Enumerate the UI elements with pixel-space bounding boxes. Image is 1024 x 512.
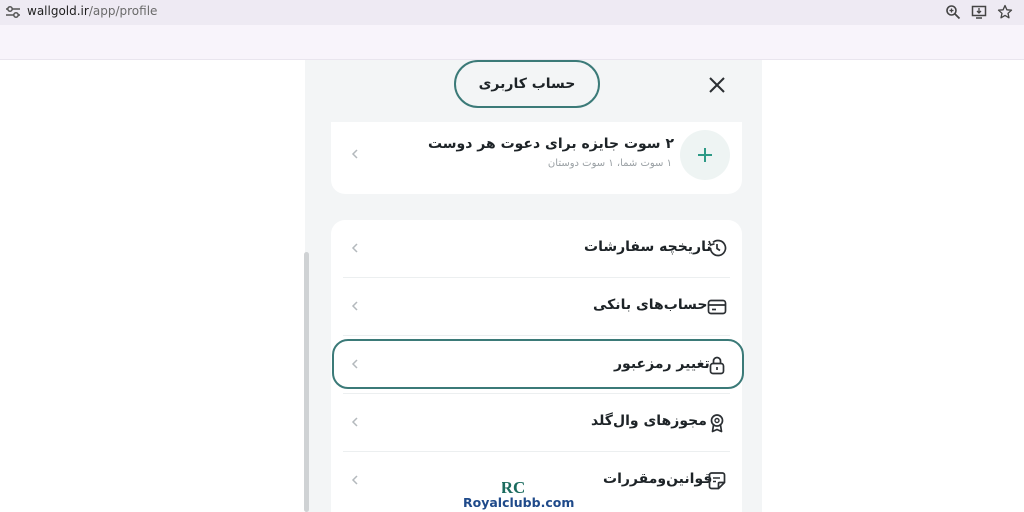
- menu-item-bank-accounts[interactable]: حساب‌های بانکی: [331, 278, 742, 334]
- chevron-left-icon: [351, 149, 358, 159]
- bookmark-star-icon[interactable]: [997, 4, 1013, 20]
- watermark-logo-text: RC: [502, 478, 524, 496]
- divider: [343, 335, 730, 336]
- browser-address-bar[interactable]: wallgold.ir/app/profile: [0, 0, 1024, 25]
- menu-item-licenses[interactable]: مجوزهای وال‌گلد: [331, 394, 742, 450]
- selected-item-highlight: [332, 339, 744, 389]
- chevron-left-icon: [351, 243, 358, 253]
- url-text[interactable]: wallgold.ir/app/profile: [27, 4, 157, 18]
- invite-title: ۲ سوت جایزه برای دعوت هر دوست: [427, 136, 674, 152]
- add-invite-button[interactable]: [680, 130, 730, 180]
- browser-toolbar-strip: [0, 25, 1024, 60]
- note-icon: [708, 472, 726, 490]
- menu-item-label: قوانین‌ومقررات: [603, 471, 713, 487]
- close-icon[interactable]: [706, 74, 728, 96]
- badge-icon: [710, 414, 724, 433]
- menu-item-label: حساب‌های بانکی: [593, 297, 708, 313]
- menu-item-order-history[interactable]: تاریخچه سفارشات: [331, 220, 742, 276]
- credit-card-icon: [707, 299, 727, 315]
- scrollbar-thumb[interactable]: [304, 252, 309, 512]
- menu-item-label: تاریخچه سفارشات: [584, 239, 712, 255]
- chevron-left-icon: [351, 475, 358, 485]
- page-title-highlight: حساب کاربری: [454, 60, 600, 108]
- watermark-text: Royalclubb.com: [463, 495, 575, 510]
- url-host: wallgold.ir: [27, 4, 89, 18]
- page-title: حساب کاربری: [478, 76, 576, 92]
- history-icon: [708, 239, 727, 257]
- zoom-icon[interactable]: [945, 4, 961, 20]
- plus-icon: [698, 148, 712, 162]
- install-app-icon[interactable]: [971, 4, 987, 20]
- url-path: /app/profile: [88, 4, 158, 18]
- chevron-left-icon: [351, 301, 358, 311]
- site-settings-icon[interactable]: [5, 5, 21, 19]
- menu-item-label: مجوزهای وال‌گلد: [591, 413, 707, 429]
- watermark-logo: RC: [502, 478, 524, 496]
- invite-subtitle: ۱ سوت شما، ۱ سوت دوستان: [547, 158, 672, 169]
- chevron-left-icon: [351, 417, 358, 427]
